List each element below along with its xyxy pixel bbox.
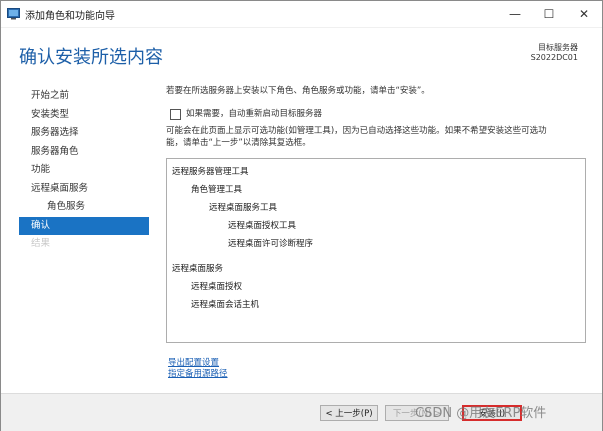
target-server-name: S2022DC01 [530, 53, 578, 62]
minimize-button[interactable]: — [498, 1, 532, 27]
note-line-2: 能，请单击“上一步”以清除其复选框。 [166, 138, 311, 148]
alternate-source-link[interactable]: 指定备用源路径 [168, 369, 228, 380]
wizard-window: 添加角色和功能向导 — ☐ ✕ 确认安装所选内容 目标服务器 S2022DC01… [0, 0, 603, 431]
nav-item-results: 结果 [31, 238, 51, 249]
optional-features-note: 可能会在此页面上显示可选功能(如管理工具)，因为已自动选择这些功能。如果不希望安… [166, 125, 586, 149]
instruction-text: 若要在所选服务器上安装以下角色、角色服务或功能，请单击“安装”。 [166, 86, 430, 96]
server-manager-icon [7, 8, 20, 20]
nav-item-role-services[interactable]: 角色服务 [19, 198, 149, 217]
export-config-link[interactable]: 导出配置设置 [168, 358, 228, 369]
nav-item-installation-type[interactable]: 安装类型 [19, 106, 149, 125]
list-item: 远程桌面服务 [172, 264, 224, 274]
list-item: 远程桌面会话主机 [191, 300, 260, 310]
note-line-1: 可能会在此页面上显示可选功能(如管理工具)，因为已自动选择这些功能。如果不希望安… [166, 126, 547, 136]
wizard-nav: 开始之前 安装类型 服务器选择 服务器角色 功能 远程桌面服务 角色服务 确认 … [19, 87, 149, 254]
previous-button[interactable]: < 上一步(P) [320, 405, 378, 421]
target-server-label: 目标服务器 [538, 43, 578, 52]
nav-item-server-selection[interactable]: 服务器选择 [19, 124, 149, 143]
nav-item-before-you-begin[interactable]: 开始之前 [19, 87, 149, 106]
restart-checkbox-label[interactable]: 如果需要，自动重新启动目标服务器 [186, 107, 322, 119]
selection-list[interactable]: 远程服务器管理工具 角色管理工具 远程桌面服务工具 远程桌面授权工具 远程桌面许… [166, 158, 586, 343]
list-item: 远程桌面许可诊断程序 [228, 239, 314, 249]
title-bar[interactable]: 添加角色和功能向导 — ☐ ✕ [1, 1, 602, 28]
links-area: 导出配置设置 指定备用源路径 [168, 358, 228, 380]
list-item: 远程服务器管理工具 [172, 167, 249, 177]
nav-item-server-roles[interactable]: 服务器角色 [19, 143, 149, 162]
page-title: 确认安装所选内容 [19, 47, 163, 68]
list-item: 角色管理工具 [191, 185, 243, 195]
target-server: 目标服务器 S2022DC01 [531, 43, 578, 63]
list-item: 远程桌面授权工具 [228, 221, 297, 231]
window-title: 添加角色和功能向导 [25, 11, 115, 22]
nav-item-rds[interactable]: 远程桌面服务 [19, 180, 149, 199]
maximize-button[interactable]: ☐ [532, 1, 566, 27]
nav-item-features[interactable]: 功能 [19, 161, 149, 180]
list-item: 远程桌面服务工具 [209, 203, 278, 213]
restart-checkbox[interactable] [170, 109, 181, 120]
watermark: CSDN @用友ERP软件 [415, 406, 547, 421]
list-item: 远程桌面授权 [191, 282, 243, 292]
close-button[interactable]: ✕ [567, 1, 601, 27]
nav-item-confirmation[interactable]: 确认 [19, 216, 149, 235]
